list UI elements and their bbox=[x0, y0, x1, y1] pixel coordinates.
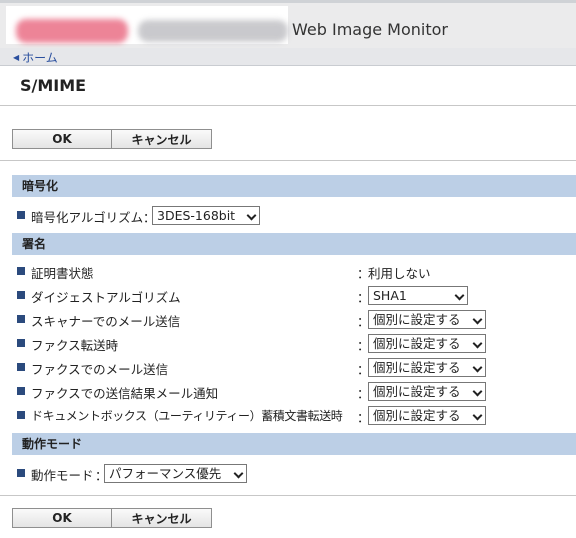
chevron-down-icon bbox=[472, 314, 483, 325]
bullet-icon bbox=[17, 411, 25, 419]
bullet-icon bbox=[17, 387, 25, 395]
chevron-down-icon bbox=[454, 290, 465, 301]
section-encryption-header: 暗号化 bbox=[12, 175, 576, 197]
app-title: Web Image Monitor bbox=[292, 20, 448, 39]
document-box-forwarding-value: 個別に設定する bbox=[373, 408, 461, 423]
row-fax-forwarding: ファクス転送時 ： 個別に設定する bbox=[17, 333, 557, 355]
divider bbox=[0, 160, 576, 161]
scanner-email-label: スキャナーでのメール送信 bbox=[31, 314, 181, 329]
chevron-down-icon bbox=[472, 362, 483, 373]
row-fax-email: ファクスでのメール送信 ： 個別に設定する bbox=[17, 357, 557, 379]
ok-button[interactable]: OK bbox=[12, 129, 112, 149]
bullet-icon bbox=[17, 339, 25, 347]
scanner-email-value: 個別に設定する bbox=[373, 312, 461, 327]
fax-result-notification-label: ファクスでの送信結果メール通知 bbox=[31, 386, 219, 401]
device-logo-area bbox=[6, 6, 288, 44]
fax-forwarding-label: ファクス転送時 bbox=[31, 338, 119, 353]
fax-email-label: ファクスでのメール送信 bbox=[31, 362, 169, 377]
encryption-algorithm-value: 3DES-168bit bbox=[157, 208, 236, 223]
chevron-down-icon bbox=[472, 410, 483, 421]
home-link-label: ホーム bbox=[22, 51, 58, 65]
operation-mode-value: パフォーマンス優先 bbox=[109, 466, 222, 481]
bullet-icon bbox=[17, 363, 25, 371]
bullet-icon bbox=[17, 267, 25, 275]
header-top-line bbox=[0, 0, 576, 3]
operation-mode-select[interactable]: パフォーマンス優先 bbox=[104, 464, 247, 483]
encryption-algorithm-label: 暗号化アルゴリズム bbox=[31, 210, 144, 225]
divider bbox=[0, 495, 576, 496]
scanner-email-select[interactable]: 個別に設定する bbox=[368, 310, 486, 329]
home-link[interactable]: ◀ ホーム bbox=[13, 49, 58, 66]
header-bar: Web Image Monitor bbox=[0, 0, 576, 48]
divider bbox=[0, 105, 576, 106]
digest-algorithm-label: ダイジェストアルゴリズム bbox=[31, 290, 181, 305]
chevron-down-icon bbox=[472, 386, 483, 397]
fax-forwarding-value: 個別に設定する bbox=[373, 336, 461, 351]
row-digest-algorithm: ダイジェストアルゴリズム ： SHA1 bbox=[17, 285, 557, 307]
chevron-down-icon bbox=[246, 210, 257, 221]
document-box-forwarding-label: ドキュメントボックス（ユーティリティー）蓄積文書転送時 bbox=[31, 409, 343, 423]
bullet-icon bbox=[17, 315, 25, 323]
bullet-icon bbox=[17, 291, 25, 299]
row-fax-result-notification: ファクスでの送信結果メール通知 ： 個別に設定する bbox=[17, 381, 557, 403]
cancel-button[interactable]: キャンセル bbox=[111, 508, 212, 528]
row-scanner-email: スキャナーでのメール送信 ： 個別に設定する bbox=[17, 309, 557, 331]
blurred-model-name bbox=[16, 19, 128, 43]
page-title: S/MIME bbox=[20, 76, 87, 95]
document-box-forwarding-select[interactable]: 個別に設定する bbox=[368, 406, 486, 425]
fax-email-value: 個別に設定する bbox=[373, 360, 461, 375]
cancel-button[interactable]: キャンセル bbox=[111, 129, 212, 149]
fax-result-notification-select[interactable]: 個別に設定する bbox=[368, 382, 486, 401]
row-document-box-forwarding: ドキュメントボックス（ユーティリティー）蓄積文書転送時 ： 個別に設定する bbox=[17, 405, 557, 427]
fax-forwarding-select[interactable]: 個別に設定する bbox=[368, 334, 486, 353]
section-signature-header: 署名 bbox=[12, 233, 576, 255]
digest-algorithm-value: SHA1 bbox=[373, 288, 407, 303]
row-encryption-algorithm: 暗号化アルゴリズム ： 3DES-168bit bbox=[17, 205, 417, 227]
blurred-host-name bbox=[138, 20, 288, 42]
fax-email-select[interactable]: 個別に設定する bbox=[368, 358, 486, 377]
breadcrumb-bar: ◀ ホーム bbox=[0, 48, 576, 66]
operation-mode-label: 動作モード bbox=[31, 468, 94, 483]
row-certificate-status: 証明書状態 ： 利用しない bbox=[17, 261, 557, 283]
digest-algorithm-select[interactable]: SHA1 bbox=[368, 286, 468, 305]
left-triangle-icon: ◀ bbox=[13, 53, 20, 62]
row-operation-mode: 動作モード ： パフォーマンス優先 bbox=[17, 463, 417, 485]
bullet-icon bbox=[17, 469, 25, 477]
chevron-down-icon bbox=[472, 338, 483, 349]
chevron-down-icon bbox=[233, 468, 244, 479]
encryption-algorithm-select[interactable]: 3DES-168bit bbox=[152, 206, 260, 225]
ok-button[interactable]: OK bbox=[12, 508, 112, 528]
fax-result-notification-value: 個別に設定する bbox=[373, 384, 461, 399]
section-mode-header: 動作モード bbox=[12, 433, 576, 455]
certificate-status-value: 利用しない bbox=[368, 266, 431, 281]
certificate-status-label: 証明書状態 bbox=[31, 266, 94, 281]
bullet-icon bbox=[17, 211, 25, 219]
